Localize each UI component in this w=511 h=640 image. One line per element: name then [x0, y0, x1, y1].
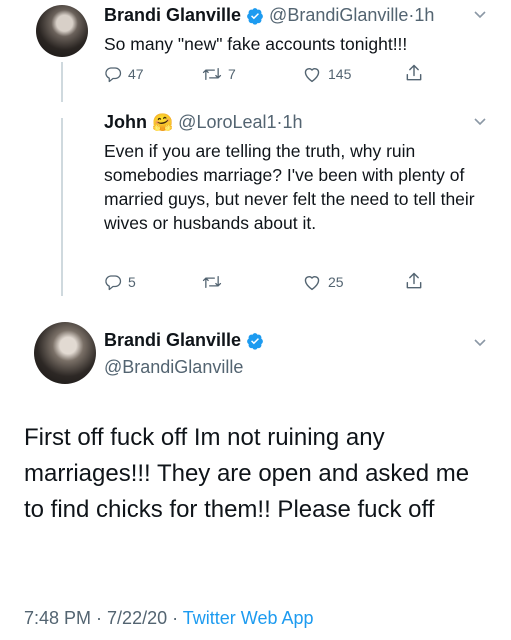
- reply-icon: [105, 275, 122, 291]
- thread-line: [61, 118, 63, 296]
- tweet1-author-name[interactable]: Brandi Glanville: [104, 5, 241, 26]
- like-count: 25: [328, 274, 344, 290]
- retweet-button[interactable]: 7: [202, 65, 236, 83]
- tweet2-text: Even if you are telling the truth, why r…: [104, 141, 475, 233]
- chevron-down-icon[interactable]: [472, 334, 488, 355]
- retweet-count: 7: [228, 66, 236, 82]
- avatar-brandi-main[interactable]: [34, 322, 96, 384]
- reply-count: 5: [128, 274, 136, 290]
- main-meta: 7:48 PM · 7/22/20 · Twitter Web App: [24, 608, 314, 629]
- tweet1-timestamp[interactable]: 1h: [414, 5, 434, 26]
- main-app-sep: ·: [167, 608, 183, 628]
- chevron-down-icon[interactable]: [472, 113, 488, 134]
- like-icon: [304, 276, 320, 291]
- main-author-row: Brandi Glanville: [104, 330, 264, 351]
- retweet-icon: [202, 275, 222, 289]
- tweet2-timestamp[interactable]: 1h: [283, 112, 303, 133]
- main-time[interactable]: 7:48 PM: [24, 608, 91, 628]
- main-date-sep: ·: [91, 608, 108, 628]
- tweet2-handle[interactable]: @LoroLeal1: [178, 112, 276, 133]
- like-count: 145: [328, 66, 352, 82]
- verified-badge-icon: [246, 7, 264, 25]
- reply-button[interactable]: 47: [104, 65, 144, 83]
- main-date[interactable]: 7/22/20: [107, 608, 167, 628]
- main-tweet-text: First off fuck off Im not ruining any ma…: [24, 424, 470, 523]
- tweet2-author-name[interactable]: John: [104, 112, 147, 133]
- share-icon: [406, 272, 422, 289]
- tweet2-header: John 🤗 @LoroLeal1 · 1h: [104, 112, 303, 133]
- share-icon: [406, 64, 422, 81]
- tweet1-handle[interactable]: @BrandiGlanville: [269, 5, 408, 26]
- reply-icon: [105, 67, 122, 83]
- like-button[interactable]: 25: [302, 273, 344, 291]
- main-source-app-link[interactable]: Twitter Web App: [183, 608, 314, 628]
- retweet-button[interactable]: [202, 273, 228, 291]
- chevron-down-icon[interactable]: [472, 6, 488, 27]
- share-button[interactable]: [404, 271, 424, 291]
- main-handle[interactable]: @BrandiGlanville: [104, 357, 243, 378]
- retweet-icon: [202, 67, 222, 81]
- like-icon: [304, 68, 320, 83]
- tweet1-text: So many "new" fake accounts tonight!!!: [104, 34, 408, 54]
- thread-line: [61, 62, 63, 102]
- share-button[interactable]: [404, 63, 424, 83]
- main-author-name[interactable]: Brandi Glanville: [104, 330, 241, 351]
- like-button[interactable]: 145: [302, 65, 351, 83]
- reply-button[interactable]: 5: [104, 273, 136, 291]
- tweet1-header: Brandi Glanville @BrandiGlanville · 1h: [104, 5, 434, 26]
- avatar-brandi[interactable]: [36, 5, 88, 57]
- reply-count: 47: [128, 66, 144, 82]
- verified-badge-icon: [246, 332, 264, 350]
- hugging-emoji: 🤗: [152, 112, 174, 133]
